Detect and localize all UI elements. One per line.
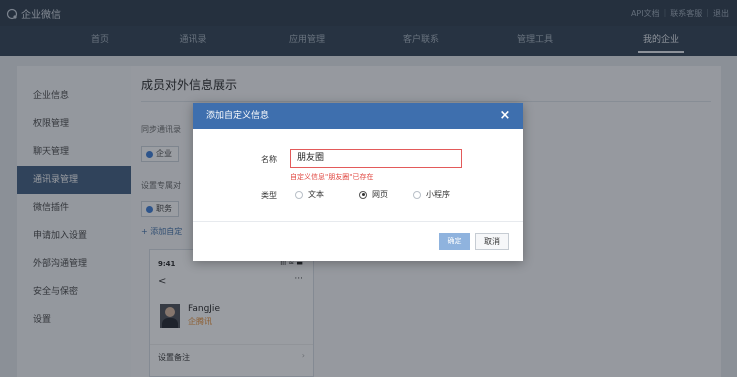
name-input[interactable]: 朋友圈 xyxy=(290,149,462,168)
close-icon[interactable]: × xyxy=(497,108,513,124)
type-radio-webpage[interactable]: 网页 xyxy=(359,189,388,200)
dialog-footer-divider xyxy=(193,221,523,222)
dialog-title: 添加自定义信息 xyxy=(206,111,270,121)
radio-label: 文本 xyxy=(308,190,324,199)
type-radio-text[interactable]: 文本 xyxy=(295,189,324,200)
add-custom-info-dialog: 添加自定义信息 × 名称 朋友圈 自定义信息"朋友圈"已存在 类型 文本 网页 … xyxy=(193,103,523,261)
radio-label: 小程序 xyxy=(426,190,450,199)
radio-circle xyxy=(359,190,367,199)
type-label: 类型 xyxy=(261,191,277,200)
name-label: 名称 xyxy=(261,155,277,164)
radio-label: 网页 xyxy=(372,190,388,199)
cancel-button[interactable]: 取消 xyxy=(475,233,509,250)
error-message: 自定义信息"朋友圈"已存在 xyxy=(290,173,374,181)
type-radio-miniprogram[interactable]: 小程序 xyxy=(413,189,450,200)
confirm-button[interactable]: 确定 xyxy=(439,233,470,250)
radio-circle xyxy=(295,190,303,199)
dialog-header: 添加自定义信息 xyxy=(193,103,523,129)
radio-circle xyxy=(413,190,421,199)
